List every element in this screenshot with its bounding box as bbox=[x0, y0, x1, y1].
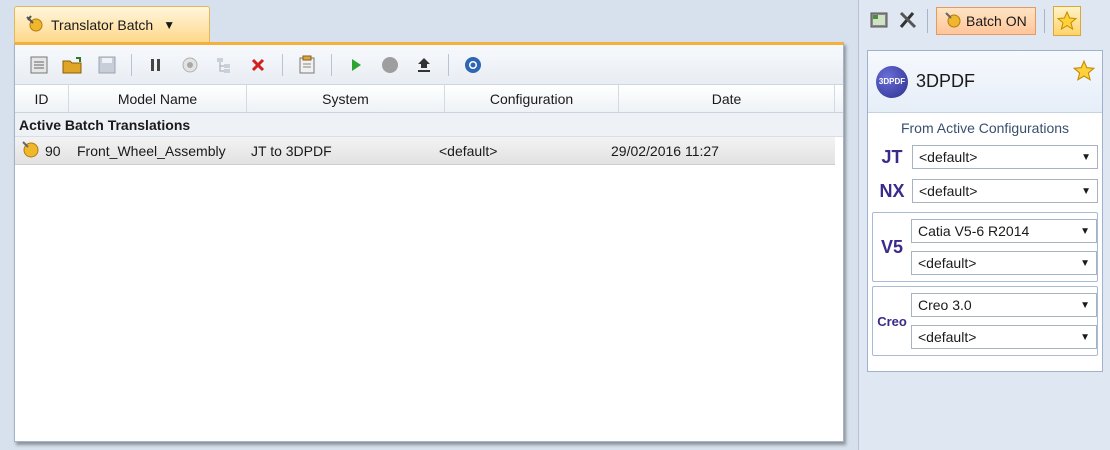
v5-version-dropdown[interactable]: Catia V5-6 R2014 ▼ bbox=[911, 219, 1097, 243]
column-header-system[interactable]: System bbox=[247, 85, 445, 112]
toolbar-separator bbox=[1043, 9, 1045, 33]
row-id: 90 bbox=[45, 142, 61, 159]
column-header-id[interactable]: ID bbox=[15, 85, 69, 112]
tools-icon[interactable] bbox=[897, 9, 919, 34]
spreadsheet-icon[interactable] bbox=[869, 10, 889, 33]
chevron-down-icon: ▼ bbox=[1080, 225, 1090, 237]
3dpdf-config-card: 3DPDF 3DPDF From Active Configurations J… bbox=[867, 50, 1103, 372]
jt-dropdown-value: <default> bbox=[919, 149, 978, 165]
toolbar-separator bbox=[331, 53, 332, 76]
group-active-batch-translations[interactable]: Active Batch Translations bbox=[15, 113, 843, 137]
jt-label: JT bbox=[881, 146, 903, 167]
nx-label: NX bbox=[879, 180, 905, 201]
translator-batch-panel: ID Model Name System Configuration Date … bbox=[14, 42, 844, 442]
record-icon[interactable] bbox=[176, 51, 204, 79]
row-system: JT to 3DPDF bbox=[251, 142, 332, 159]
v5-label: V5 bbox=[880, 236, 904, 257]
row-model-name: Front_Wheel_Assembly bbox=[77, 142, 226, 159]
chevron-down-icon: ▼ bbox=[1080, 331, 1090, 343]
translator-batch-icon bbox=[25, 14, 45, 35]
play-icon[interactable] bbox=[342, 51, 370, 79]
chevron-down-icon[interactable]: ▼ bbox=[163, 18, 175, 32]
3dpdf-logo-icon: 3DPDF bbox=[876, 65, 908, 98]
stop-icon[interactable] bbox=[376, 51, 404, 79]
batch-icon bbox=[945, 11, 961, 31]
upload-export-icon[interactable] bbox=[410, 51, 438, 79]
column-header-configuration[interactable]: Configuration bbox=[445, 85, 619, 112]
tab-translator-batch[interactable]: Translator Batch ▼ bbox=[14, 6, 210, 42]
right-toolbar: Batch ON bbox=[859, 0, 1110, 42]
table-row[interactable]: 90 Front_Wheel_Assembly JT to 3DPDF <def… bbox=[15, 137, 835, 165]
star-icon bbox=[1056, 10, 1077, 31]
properties-clipboard-icon[interactable] bbox=[293, 51, 321, 79]
pause-icon[interactable] bbox=[142, 51, 170, 79]
toolbar-separator bbox=[131, 53, 132, 76]
creo-config-group: Creo Creo 3.0 ▼ <default> ▼ bbox=[872, 286, 1098, 356]
grid-header: ID Model Name System Configuration Date bbox=[15, 85, 843, 113]
creo-config-dropdown[interactable]: <default> ▼ bbox=[911, 325, 1097, 349]
chevron-down-icon: ▼ bbox=[1081, 185, 1091, 197]
chevron-down-icon: ▼ bbox=[1081, 151, 1091, 163]
batch-toolbar bbox=[15, 45, 843, 85]
batch-workspace: Translator Batch ▼ ID Model Name System … bbox=[0, 0, 858, 450]
favorite-star-icon[interactable] bbox=[1072, 59, 1096, 86]
from-active-configurations-label: From Active Configurations bbox=[900, 120, 1070, 136]
batch-on-label: Batch ON bbox=[966, 13, 1027, 29]
v5-config-dropdown[interactable]: <default> ▼ bbox=[911, 251, 1097, 275]
chevron-down-icon: ▼ bbox=[1080, 257, 1090, 269]
nx-config-row: NX <default> ▼ bbox=[868, 174, 1102, 208]
creo-version-dropdown[interactable]: Creo 3.0 ▼ bbox=[911, 293, 1097, 317]
row-configuration: <default> bbox=[439, 142, 498, 159]
batch-on-button[interactable]: Batch ON bbox=[936, 7, 1036, 35]
save-icon[interactable] bbox=[93, 51, 121, 79]
tab-label: Translator Batch bbox=[51, 16, 154, 33]
nx-config-dropdown[interactable]: <default> ▼ bbox=[912, 179, 1098, 203]
v5-config-group: V5 Catia V5-6 R2014 ▼ <default> ▼ bbox=[872, 212, 1098, 282]
toolbar-separator bbox=[927, 9, 928, 33]
creo-version-value: Creo 3.0 bbox=[918, 297, 972, 313]
row-date: 29/02/2016 11:27 bbox=[611, 142, 719, 159]
right-side-panel: Batch ON 3DPDF 3DPDF From Active Configu… bbox=[858, 0, 1110, 450]
v5-version-value: Catia V5-6 R2014 bbox=[918, 223, 1030, 239]
tree-structure-icon[interactable] bbox=[210, 51, 238, 79]
card-header: 3DPDF 3DPDF bbox=[868, 51, 1102, 113]
chevron-down-icon: ▼ bbox=[1080, 299, 1090, 311]
delete-icon[interactable] bbox=[244, 51, 272, 79]
column-header-model-name[interactable]: Model Name bbox=[69, 85, 247, 112]
card-title: 3DPDF bbox=[916, 71, 976, 91]
toolbar-separator bbox=[448, 53, 449, 76]
translation-status-icon bbox=[21, 140, 39, 161]
list-view-icon[interactable] bbox=[25, 51, 53, 79]
open-folder-icon[interactable] bbox=[59, 51, 87, 79]
nx-dropdown-value: <default> bbox=[919, 183, 978, 199]
creo-config-value: <default> bbox=[918, 329, 977, 345]
creo-label: Creo bbox=[877, 313, 907, 329]
favorites-star-button[interactable] bbox=[1052, 6, 1081, 36]
row-id-cell: 90 bbox=[15, 137, 75, 164]
refresh-globe-icon[interactable] bbox=[459, 51, 487, 79]
toolbar-separator bbox=[282, 53, 283, 76]
jt-config-row: JT <default> ▼ bbox=[868, 140, 1102, 174]
jt-config-dropdown[interactable]: <default> ▼ bbox=[912, 145, 1098, 169]
v5-config-value: <default> bbox=[918, 255, 977, 271]
column-header-date[interactable]: Date bbox=[619, 85, 835, 112]
